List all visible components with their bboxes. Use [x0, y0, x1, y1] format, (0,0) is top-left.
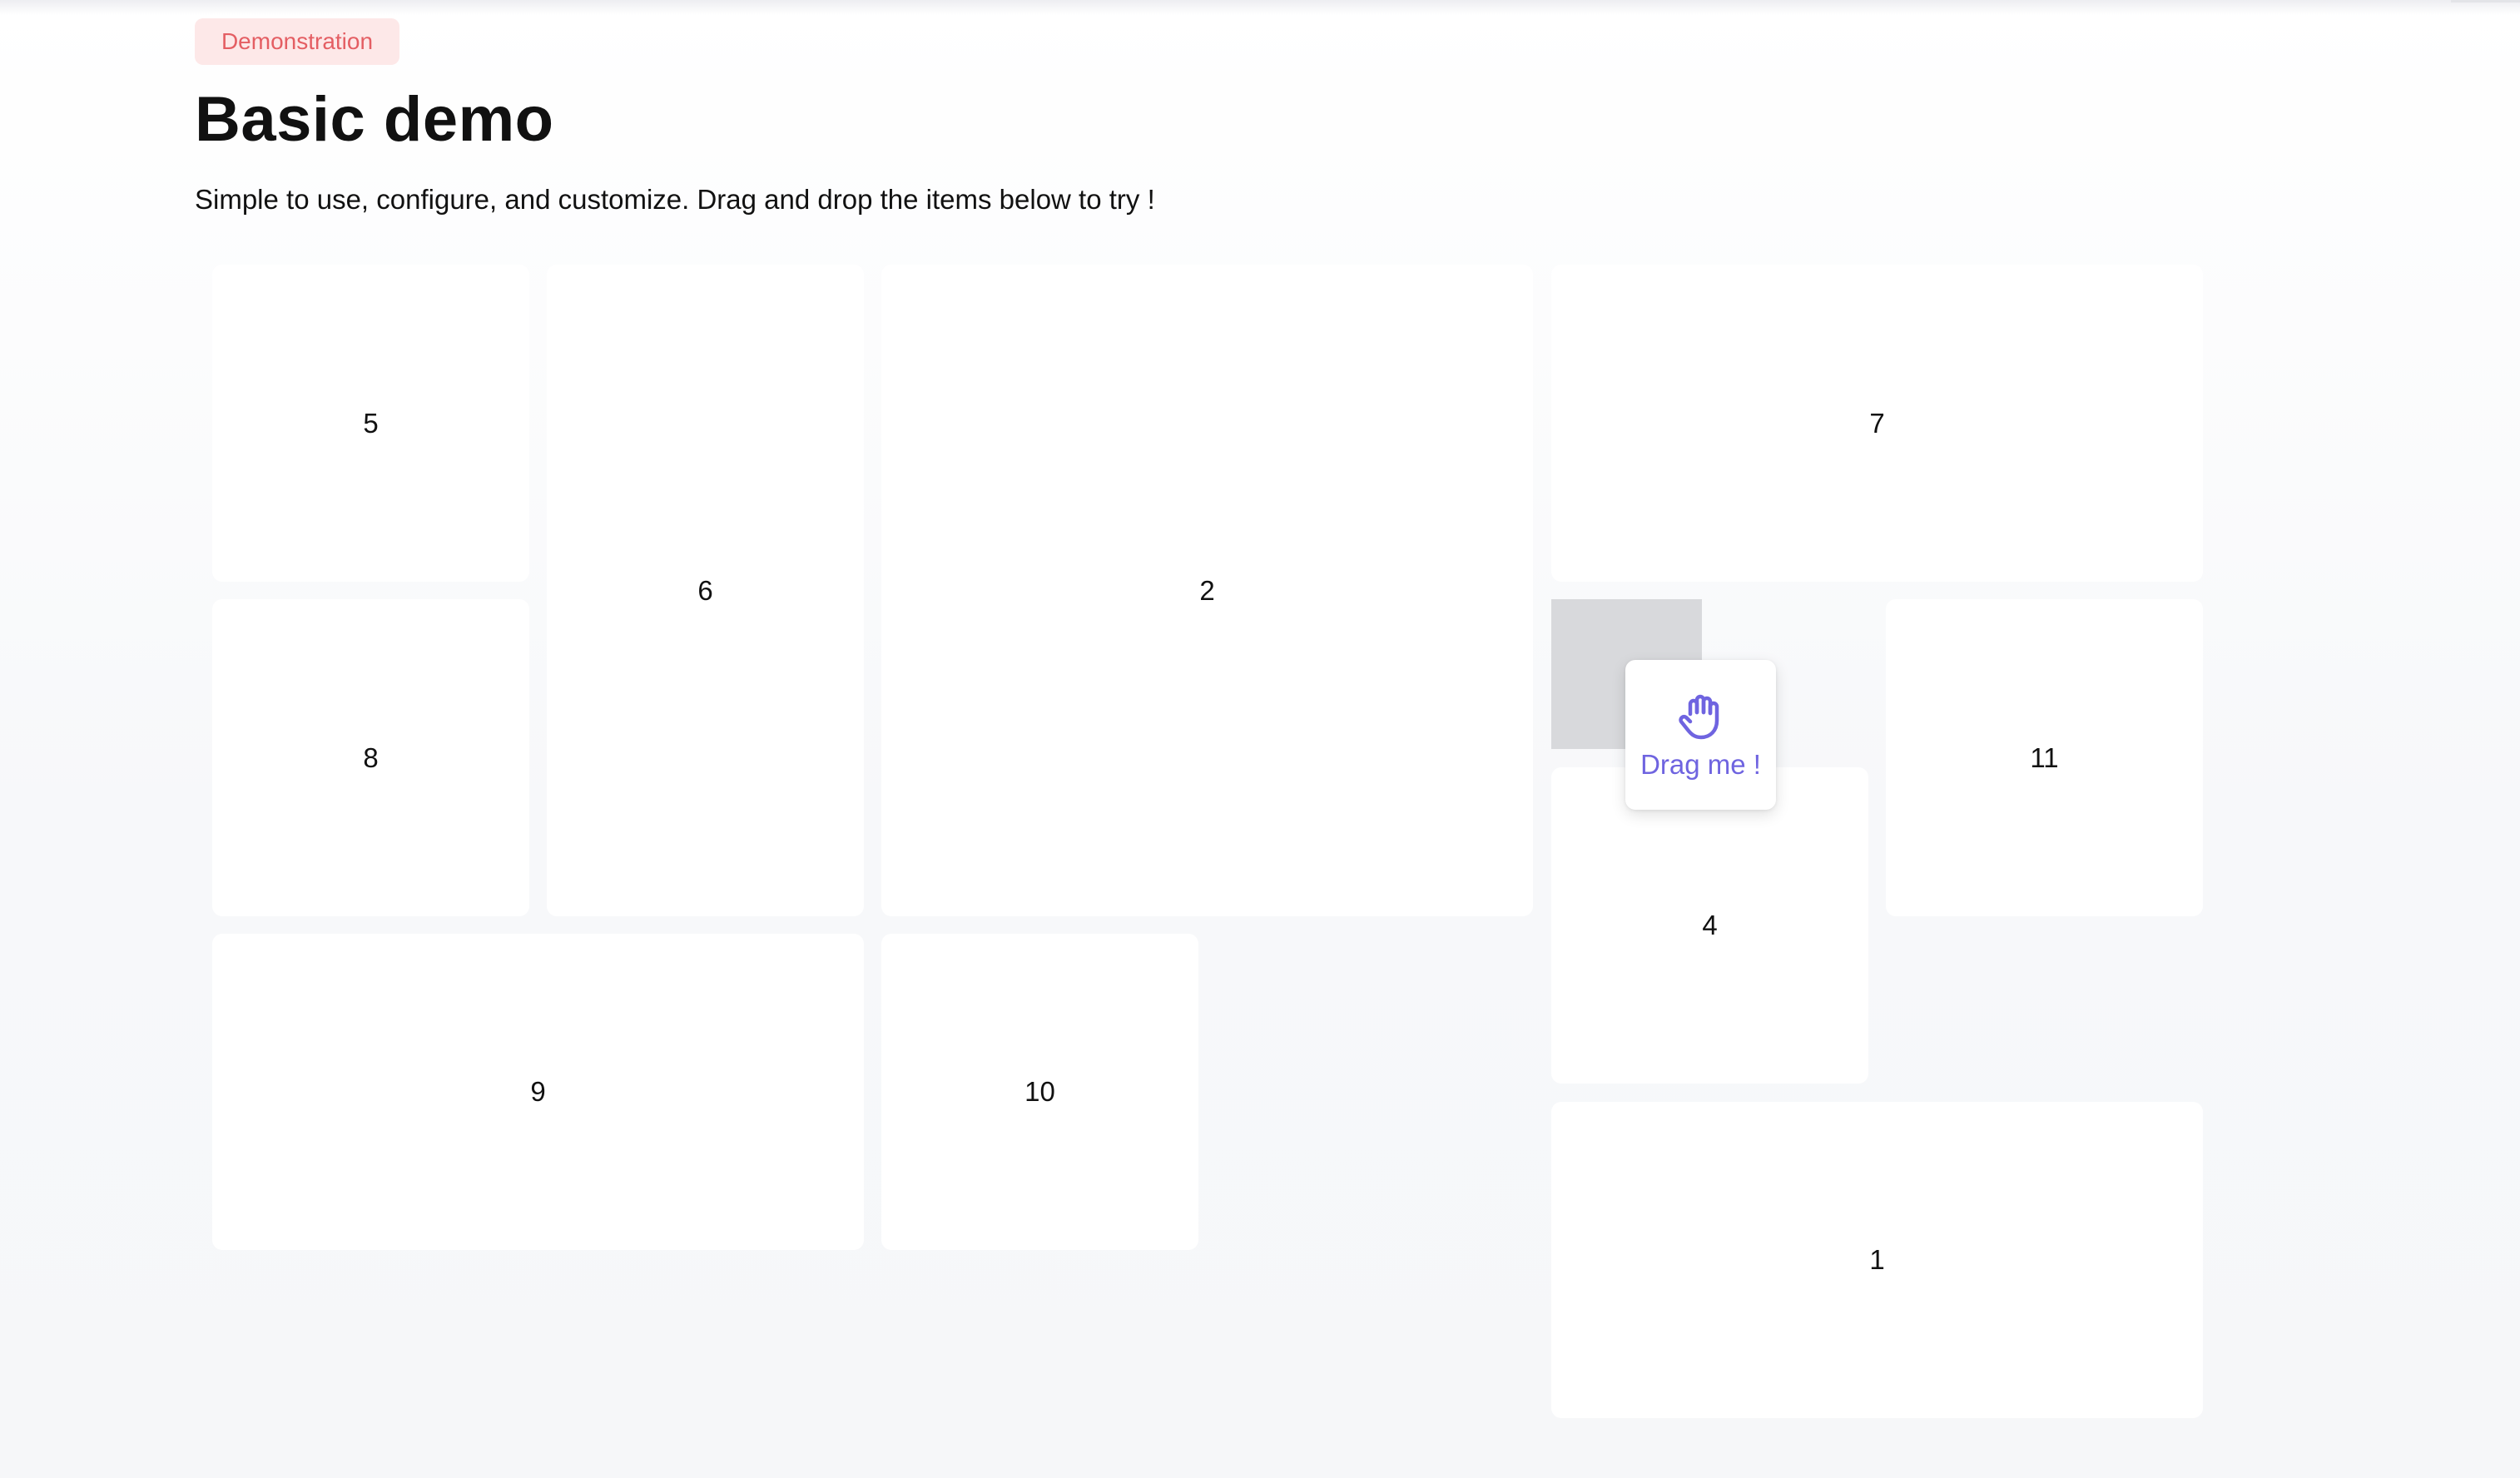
- grid-item-11[interactable]: 11: [1886, 599, 2203, 916]
- page-title: Basic demo: [195, 84, 554, 155]
- grid-item-4[interactable]: 4: [1551, 767, 1868, 1084]
- grid-item-8[interactable]: 8: [212, 599, 529, 916]
- grid-item-5[interactable]: 5: [212, 265, 529, 582]
- top-fade-bar: [0, 0, 2520, 15]
- page-subtitle: Simple to use, configure, and customize.…: [195, 184, 1155, 215]
- hand-icon: [1678, 694, 1719, 740]
- grid-item-6[interactable]: 6: [547, 265, 864, 916]
- grid-item-10[interactable]: 10: [881, 934, 1198, 1250]
- grid-item-2[interactable]: 2: [881, 265, 1533, 916]
- grid-item-7[interactable]: 7: [1551, 265, 2203, 582]
- demonstration-badge: Demonstration: [195, 18, 399, 65]
- drag-me-card[interactable]: Drag me !: [1625, 660, 1776, 810]
- grid-item-1[interactable]: 1: [1551, 1102, 2203, 1418]
- grid-item-9[interactable]: 9: [212, 934, 864, 1250]
- corner-divider: [2451, 0, 2520, 2]
- drag-me-label: Drag me !: [1640, 749, 1761, 780]
